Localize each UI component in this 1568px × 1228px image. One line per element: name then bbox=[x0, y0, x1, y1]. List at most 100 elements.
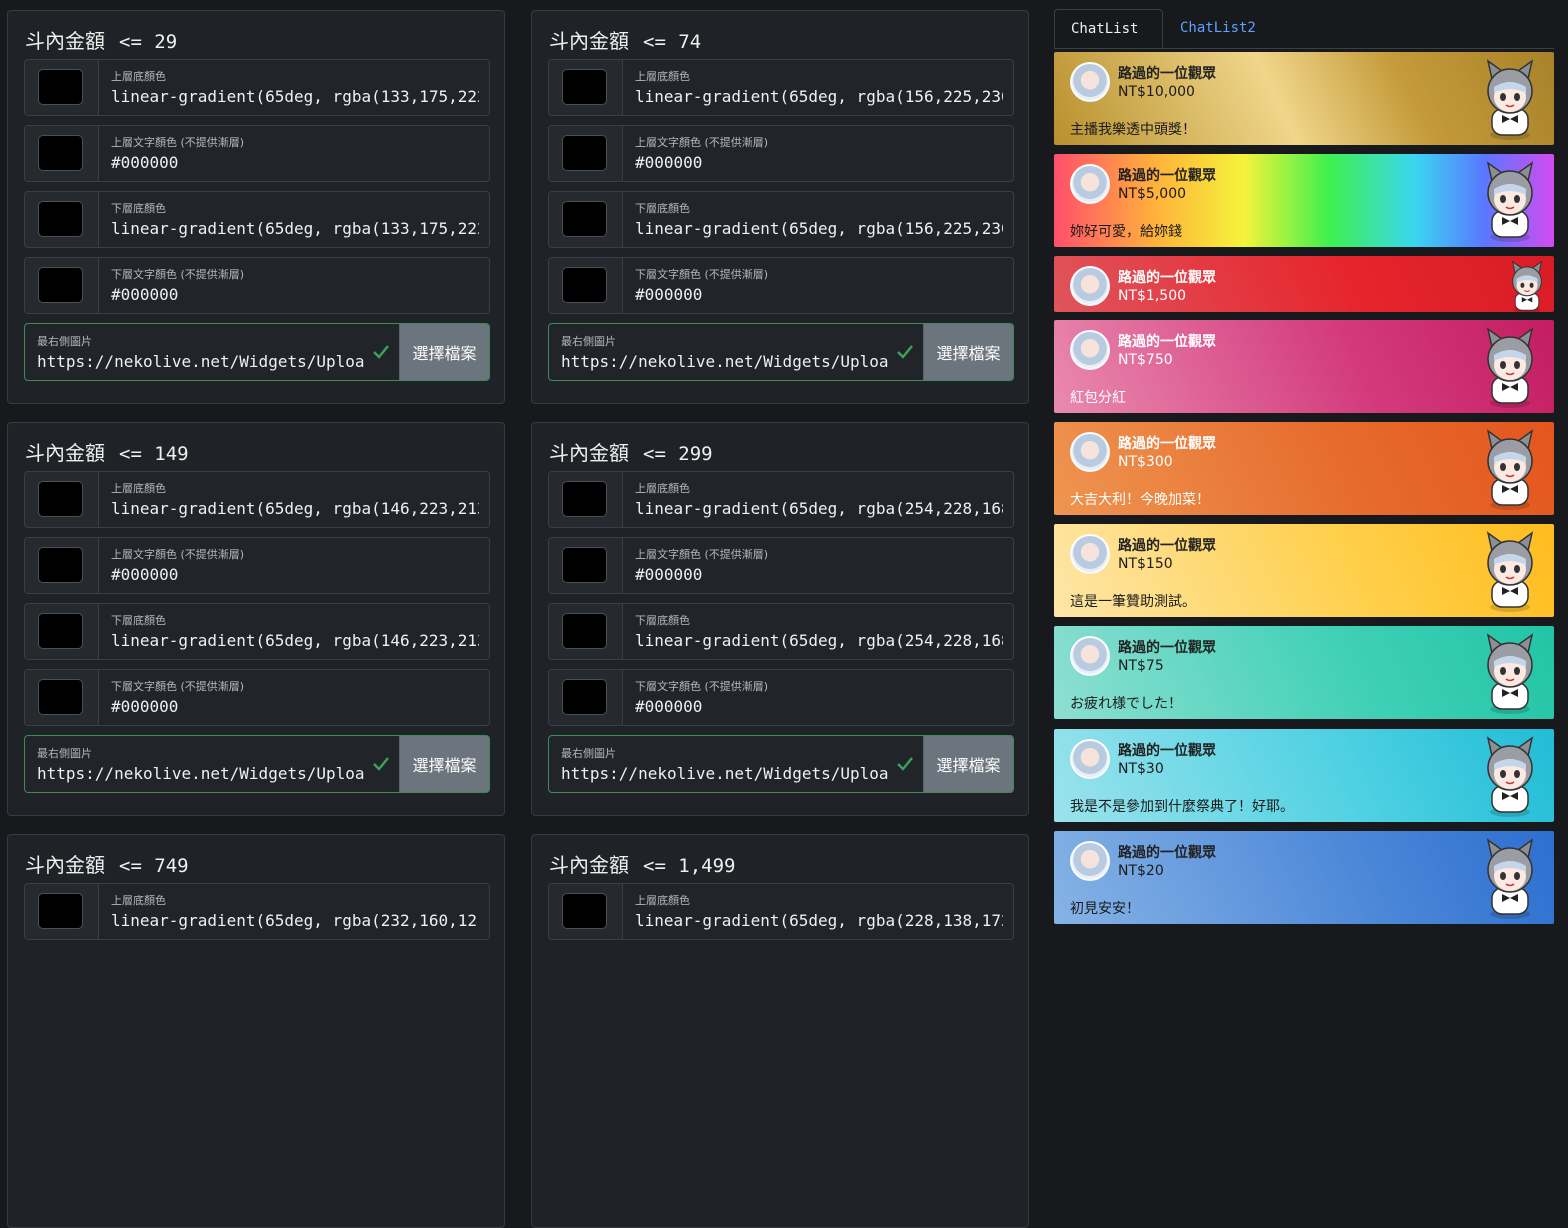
color-value[interactable]: linear-gradient(65deg, rgba(146,223,213 bbox=[111, 499, 479, 518]
viewer-name: 路過的一位觀眾 bbox=[1118, 436, 1216, 452]
right-image-field[interactable]: 最右側圖片 https://nekolive.net/Widgets/Uploa… bbox=[24, 735, 490, 793]
upper-text-color-field[interactable]: 上層文字顏色 (不提供漸層) #000000 bbox=[548, 537, 1014, 594]
image-url-input[interactable]: https://nekolive.net/Widgets/Uploa bbox=[561, 352, 891, 371]
donation-amount: NT$1,500 bbox=[1118, 288, 1187, 304]
donation-message: 大吉大利！今晚加菜！ bbox=[1070, 492, 1210, 508]
color-value[interactable]: linear-gradient(65deg, rgba(156,225,230 bbox=[635, 87, 1003, 106]
upper-bg-color-field[interactable]: 上層底顏色 linear-gradient(65deg, rgba(254,228… bbox=[548, 471, 1014, 528]
color-swatch[interactable] bbox=[38, 547, 83, 583]
right-image-field[interactable]: 最右側圖片 https://nekolive.net/Widgets/Uploa… bbox=[548, 735, 1014, 793]
mascot-image bbox=[1478, 427, 1542, 511]
lower-text-color-field[interactable]: 下層文字顏色 (不提供漸層) #000000 bbox=[24, 257, 490, 314]
avatar bbox=[1070, 432, 1110, 472]
color-swatch[interactable] bbox=[562, 547, 607, 583]
choose-file-button[interactable]: 選擇檔案 bbox=[399, 324, 489, 380]
upper-text-color-field[interactable]: 上層文字顏色 (不提供漸層) #000000 bbox=[24, 537, 490, 594]
color-swatch[interactable] bbox=[562, 893, 607, 929]
upper-bg-color-field[interactable]: 上層底顏色 linear-gradient(65deg, rgba(156,225… bbox=[548, 59, 1014, 116]
image-url-input[interactable]: https://nekolive.net/Widgets/Uploa bbox=[561, 764, 891, 783]
color-swatch[interactable] bbox=[562, 201, 607, 237]
viewer-name: 路過的一位觀眾 bbox=[1118, 168, 1216, 184]
viewer-name: 路過的一位觀眾 bbox=[1118, 743, 1216, 759]
color-swatch[interactable] bbox=[562, 267, 607, 303]
lower-bg-color-field[interactable]: 下層底顏色 linear-gradient(65deg, rgba(146,223… bbox=[24, 603, 490, 660]
color-swatch[interactable] bbox=[38, 201, 83, 237]
color-value[interactable]: linear-gradient(65deg, rgba(146,223,213 bbox=[111, 631, 479, 650]
tab-chatlist[interactable]: ChatList bbox=[1054, 9, 1163, 48]
color-swatch[interactable] bbox=[38, 613, 83, 649]
color-value[interactable]: linear-gradient(65deg, rgba(228,138,172 bbox=[635, 911, 1003, 930]
color-swatch[interactable] bbox=[562, 613, 607, 649]
color-value[interactable]: linear-gradient(65deg, rgba(254,228,168 bbox=[635, 499, 1003, 518]
color-value[interactable]: #000000 bbox=[635, 565, 1003, 584]
tier-card-1499: 斗內金額 <= 1,499 上層底顏色 linear-gradient(65deg,… bbox=[531, 834, 1029, 1228]
color-swatch[interactable] bbox=[38, 69, 83, 105]
donation-amount: NT$300 bbox=[1118, 454, 1173, 470]
viewer-name: 路過的一位觀眾 bbox=[1118, 640, 1216, 656]
check-icon bbox=[897, 757, 913, 771]
color-value[interactable]: linear-gradient(65deg, rgba(156,225,230 bbox=[635, 219, 1003, 238]
color-value[interactable]: linear-gradient(65deg, rgba(232,160,12 bbox=[111, 911, 479, 930]
color-value[interactable]: #000000 bbox=[111, 153, 479, 172]
avatar bbox=[1070, 330, 1110, 370]
color-swatch[interactable] bbox=[38, 481, 83, 517]
tier-title: 斗內金額 <= 299 bbox=[549, 441, 713, 465]
color-swatch[interactable] bbox=[562, 135, 607, 171]
mascot-image bbox=[1478, 836, 1542, 920]
color-swatch[interactable] bbox=[38, 135, 83, 171]
upper-text-color-field[interactable]: 上層文字顏色 (不提供漸層) #000000 bbox=[548, 125, 1014, 182]
chat-item: 路過的一位觀眾 NT$750 紅包分紅 bbox=[1054, 320, 1554, 413]
lower-text-color-field[interactable]: 下層文字顏色 (不提供漸層) #000000 bbox=[548, 257, 1014, 314]
image-url-input[interactable]: https://nekolive.net/Widgets/Uploa bbox=[37, 764, 367, 783]
color-value[interactable]: #000000 bbox=[111, 697, 479, 716]
tier-card-299: 斗內金額 <= 299 上層底顏色 linear-gradient(65deg, r… bbox=[531, 422, 1029, 816]
tier-title: 斗內金額 <= 74 bbox=[549, 29, 702, 53]
color-value[interactable]: #000000 bbox=[635, 697, 1003, 716]
choose-file-button[interactable]: 選擇檔案 bbox=[923, 324, 1013, 380]
tier-card-74: 斗內金額 <= 74 上層底顏色 linear-gradient(65deg, rg… bbox=[531, 10, 1029, 404]
chat-item: 路過的一位觀眾 NT$75 お疲れ様でした！ bbox=[1054, 626, 1554, 719]
color-swatch[interactable] bbox=[38, 267, 83, 303]
check-icon bbox=[373, 757, 389, 771]
color-swatch[interactable] bbox=[562, 69, 607, 105]
upper-bg-color-field[interactable]: 上層底顏色 linear-gradient(65deg, rgba(232,160… bbox=[24, 883, 490, 940]
color-value[interactable]: #000000 bbox=[111, 285, 479, 304]
choose-file-button[interactable]: 選擇檔案 bbox=[923, 736, 1013, 792]
mascot-image bbox=[1478, 159, 1542, 243]
mascot-image bbox=[1478, 57, 1542, 141]
color-value[interactable]: #000000 bbox=[635, 153, 1003, 172]
color-value[interactable]: #000000 bbox=[111, 565, 479, 584]
upper-bg-color-field[interactable]: 上層底顏色 linear-gradient(65deg, rgba(133,175… bbox=[24, 59, 490, 116]
donation-amount: NT$10,000 bbox=[1118, 84, 1195, 100]
chat-item: 路過的一位觀眾 NT$20 初見安安！ bbox=[1054, 831, 1554, 924]
color-value[interactable]: linear-gradient(65deg, rgba(133,175,222 bbox=[111, 219, 479, 238]
right-image-field[interactable]: 最右側圖片 https://nekolive.net/Widgets/Uploa… bbox=[24, 323, 490, 381]
upper-text-color-field[interactable]: 上層文字顏色 (不提供漸層) #000000 bbox=[24, 125, 490, 182]
color-swatch[interactable] bbox=[562, 481, 607, 517]
lower-bg-color-field[interactable]: 下層底顏色 linear-gradient(65deg, rgba(156,225… bbox=[548, 191, 1014, 248]
mascot-image bbox=[1478, 325, 1542, 409]
avatar bbox=[1070, 739, 1110, 779]
color-value[interactable]: #000000 bbox=[635, 285, 1003, 304]
donation-message: 我是不是參加到什麼祭典了！好耶。 bbox=[1070, 799, 1294, 815]
lower-bg-color-field[interactable]: 下層底顏色 linear-gradient(65deg, rgba(254,228… bbox=[548, 603, 1014, 660]
image-url-input[interactable]: https://nekolive.net/Widgets/Uploa bbox=[37, 352, 367, 371]
upper-bg-color-field[interactable]: 上層底顏色 linear-gradient(65deg, rgba(146,223… bbox=[24, 471, 490, 528]
color-swatch[interactable] bbox=[38, 893, 83, 929]
chat-item: 路過的一位觀眾 NT$150 這是一筆贊助測試。 bbox=[1054, 524, 1554, 617]
choose-file-button[interactable]: 選擇檔案 bbox=[399, 736, 489, 792]
upper-bg-color-field[interactable]: 上層底顏色 linear-gradient(65deg, rgba(228,138… bbox=[548, 883, 1014, 940]
avatar bbox=[1070, 636, 1110, 676]
lower-text-color-field[interactable]: 下層文字顏色 (不提供漸層) #000000 bbox=[548, 669, 1014, 726]
avatar bbox=[1070, 841, 1110, 881]
lower-bg-color-field[interactable]: 下層底顏色 linear-gradient(65deg, rgba(133,175… bbox=[24, 191, 490, 248]
color-swatch[interactable] bbox=[562, 679, 607, 715]
tab-chatlist2[interactable]: ChatList2 bbox=[1164, 9, 1272, 48]
right-image-field[interactable]: 最右側圖片 https://nekolive.net/Widgets/Uploa… bbox=[548, 323, 1014, 381]
viewer-name: 路過的一位觀眾 bbox=[1118, 538, 1216, 554]
viewer-name: 路過的一位觀眾 bbox=[1118, 845, 1216, 861]
lower-text-color-field[interactable]: 下層文字顏色 (不提供漸層) #000000 bbox=[24, 669, 490, 726]
color-value[interactable]: linear-gradient(65deg, rgba(254,228,168 bbox=[635, 631, 1003, 650]
color-swatch[interactable] bbox=[38, 679, 83, 715]
color-value[interactable]: linear-gradient(65deg, rgba(133,175,222 bbox=[111, 87, 479, 106]
